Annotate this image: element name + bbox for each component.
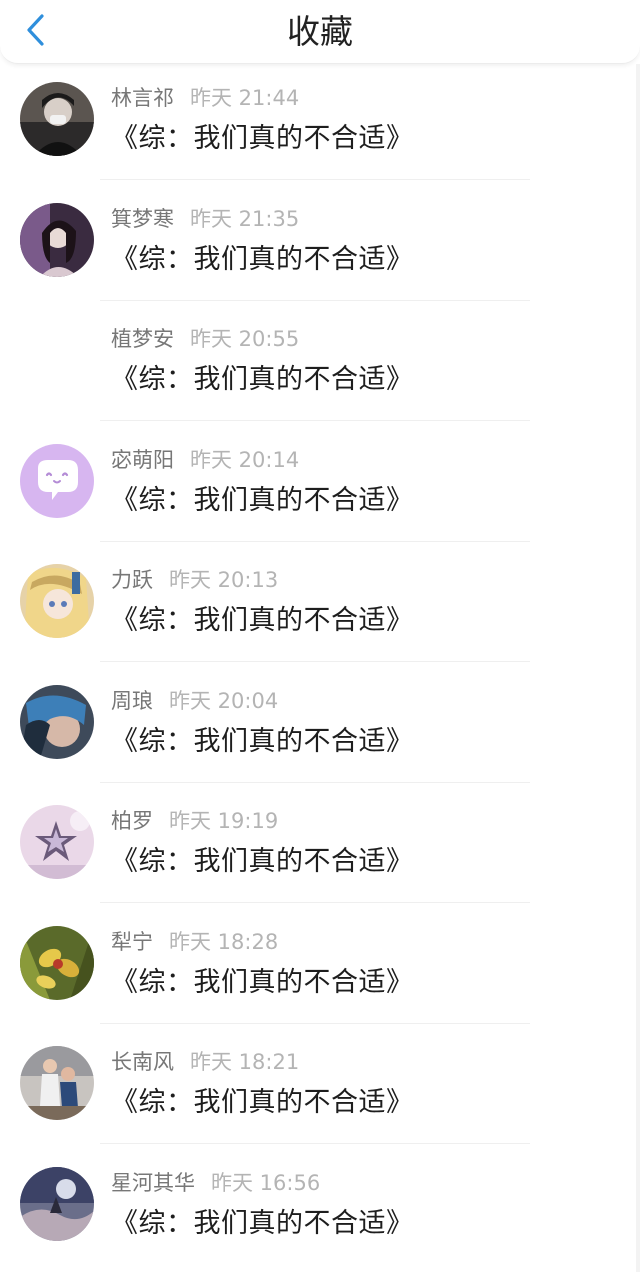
favorite-message: 《综：我们真的不合适》 <box>111 364 414 395</box>
avatar[interactable] <box>20 202 94 277</box>
timestamp: 昨天 18:28 <box>169 929 279 954</box>
list-item[interactable]: 植梦安 昨天 20:55 《综：我们真的不合适》 <box>0 305 640 426</box>
list-item[interactable]: 林言祁 昨天 21:44 《综：我们真的不合适》 <box>0 64 640 185</box>
divider <box>100 1143 530 1144</box>
divider <box>100 299 530 301</box>
divider <box>100 781 530 783</box>
timestamp: 昨天 20:14 <box>190 447 300 472</box>
favorite-message: 《综：我们真的不合适》 <box>111 1087 414 1118</box>
sender-name: 林言祁 <box>111 86 174 110</box>
timestamp: 昨天 18:21 <box>190 1050 300 1074</box>
divider <box>100 661 530 662</box>
sender-name: 箕梦寒 <box>111 206 174 231</box>
list-item[interactable]: 星河其华 昨天 16:56 《综：我们真的不合适》 <box>0 1149 640 1270</box>
list-item[interactable]: 箕梦寒 昨天 21:35 《综：我们真的不合适》 <box>0 185 640 306</box>
avatar[interactable] <box>20 684 94 759</box>
sender-name: 星河其华 <box>111 1170 195 1195</box>
favorite-message: 《综：我们真的不合适》 <box>111 1207 414 1239</box>
timestamp: 昨天 19:19 <box>169 809 279 833</box>
timestamp: 昨天 20:13 <box>169 568 279 592</box>
sender-name: 周琅 <box>111 688 153 713</box>
favorite-message: 《综：我们真的不合适》 <box>111 123 414 154</box>
divider <box>100 179 530 180</box>
list-item[interactable]: 周琅 昨天 20:04 《综：我们真的不合适》 <box>0 667 640 788</box>
favorite-message: 《综：我们真的不合适》 <box>111 605 414 636</box>
timestamp: 昨天 20:04 <box>169 688 279 713</box>
chat-bubble-icon <box>20 443 94 518</box>
timestamp: 昨天 16:56 <box>211 1170 321 1195</box>
avatar[interactable] <box>20 1046 94 1120</box>
divider <box>100 902 530 903</box>
sender-name: 长南风 <box>111 1050 174 1074</box>
top-bar: 收藏 <box>0 0 640 64</box>
favorite-message: 《综：我们真的不合适》 <box>111 725 414 757</box>
avatar[interactable] <box>20 925 94 1000</box>
list-item[interactable]: 宓萌阳 昨天 20:14 《综：我们真的不合适》 <box>0 426 640 547</box>
list-item[interactable]: 力跃 昨天 20:13 《综：我们真的不合适》 <box>0 546 640 667</box>
sender-name: 植梦安 <box>111 327 174 351</box>
divider <box>100 540 530 542</box>
sender-name: 柏罗 <box>111 809 153 833</box>
avatar[interactable] <box>20 805 94 879</box>
list-item[interactable]: 犁宁 昨天 18:28 《综：我们真的不合适》 <box>0 908 640 1029</box>
timestamp: 昨天 21:44 <box>190 86 300 110</box>
favorite-message: 《综：我们真的不合适》 <box>111 846 414 877</box>
timestamp: 昨天 20:55 <box>190 327 300 351</box>
sender-name: 犁宁 <box>111 929 153 954</box>
sender-name: 宓萌阳 <box>111 447 174 472</box>
avatar[interactable] <box>20 443 94 518</box>
favorite-message: 《综：我们真的不合适》 <box>111 484 414 516</box>
divider <box>100 1022 530 1024</box>
favorite-message: 《综：我们真的不合适》 <box>111 243 414 275</box>
avatar[interactable] <box>20 1166 94 1241</box>
page-title: 收藏 <box>287 12 353 51</box>
avatar[interactable] <box>20 564 94 638</box>
sender-name: 力跃 <box>111 568 153 592</box>
timestamp: 昨天 21:35 <box>190 206 300 231</box>
divider <box>100 420 530 421</box>
favorites-list: 林言祁 昨天 21:44 《综：我们真的不合适》 箕梦寒 昨天 21:35 《综：我… <box>0 64 640 1269</box>
list-item[interactable]: 柏罗 昨天 19:19 《综：我们真的不合适》 <box>0 787 640 908</box>
avatar[interactable] <box>20 82 94 156</box>
favorite-message: 《综：我们真的不合适》 <box>111 966 414 998</box>
list-item[interactable]: 长南风 昨天 18:21 《综：我们真的不合适》 <box>0 1028 640 1149</box>
